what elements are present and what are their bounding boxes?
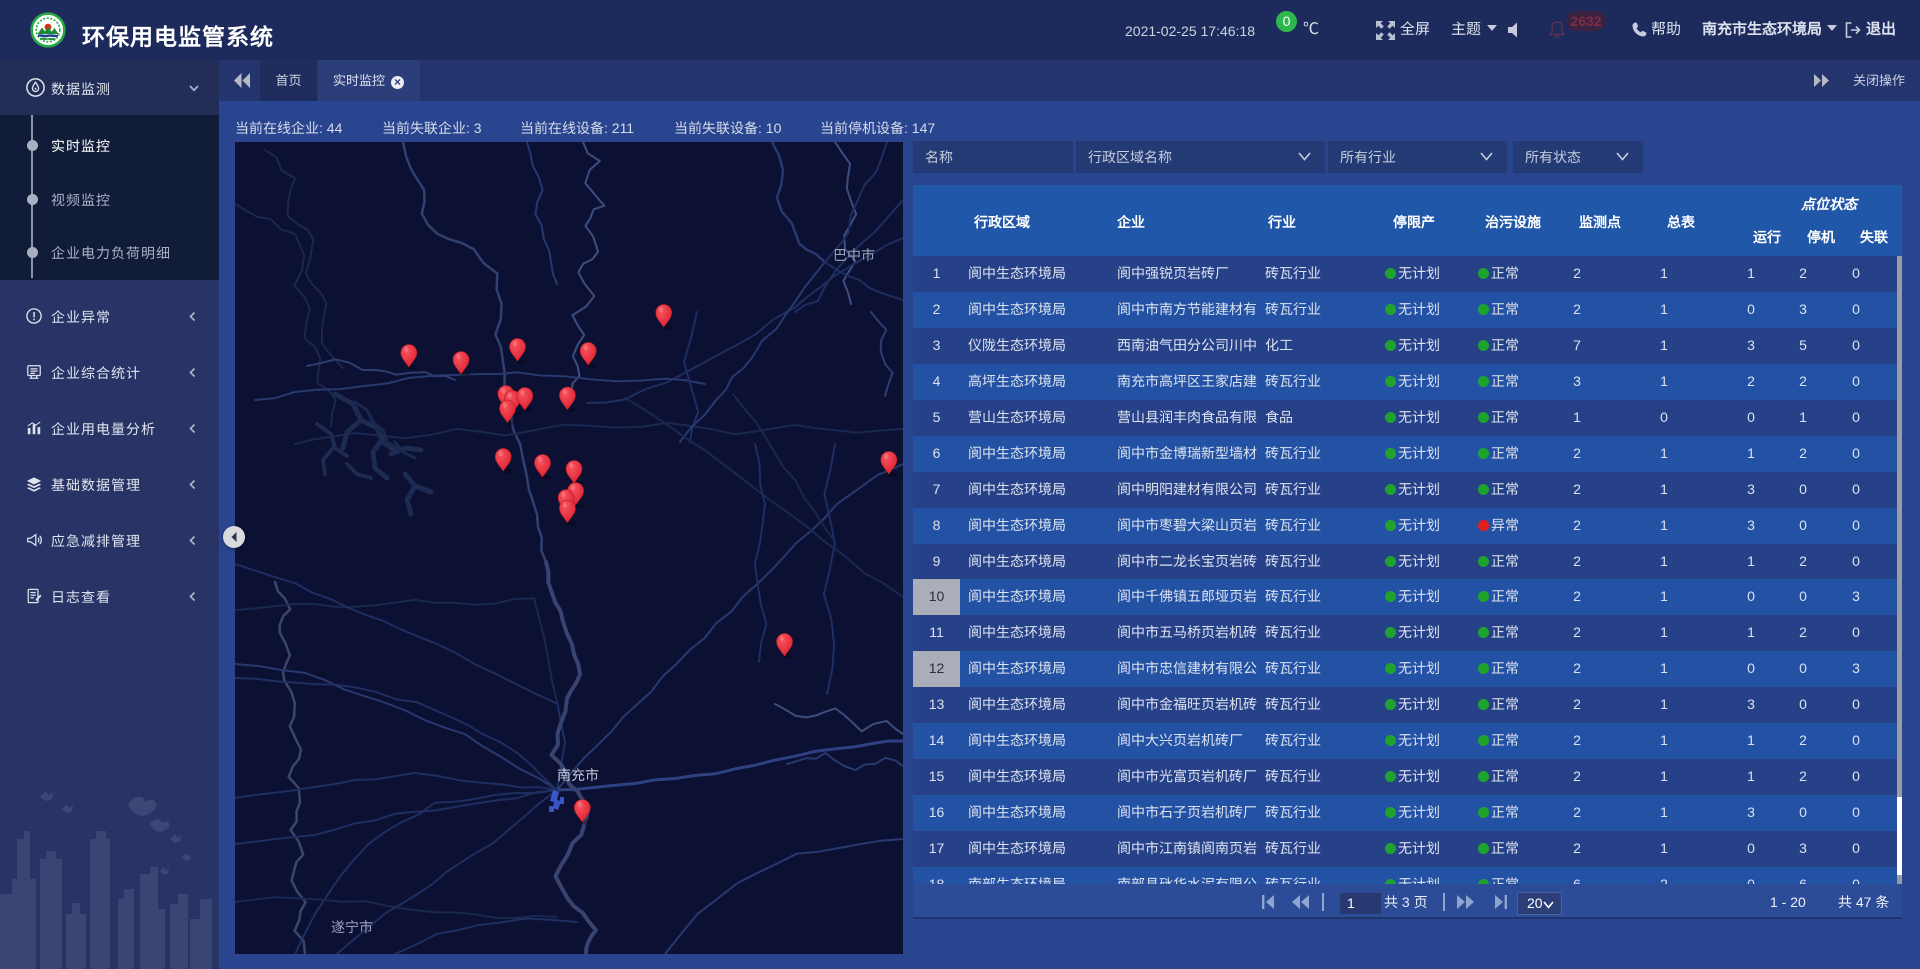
svg-text:巴中市: 巴中市 (833, 245, 875, 265)
svg-text:南充市: 南充市 (557, 765, 599, 785)
svg-text:遂宁市: 遂宁市 (331, 917, 373, 937)
